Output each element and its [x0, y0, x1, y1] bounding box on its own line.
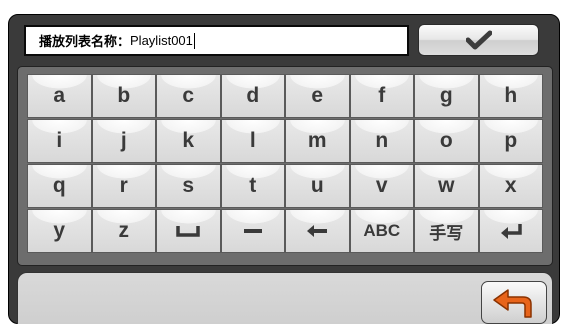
back-arrow-icon	[493, 288, 532, 318]
handwriting-key[interactable]: 手写	[414, 209, 479, 253]
on-screen-keyboard: a b c d e f g h i j k l m n o p q r s t …	[17, 66, 553, 266]
key-e[interactable]: e	[285, 74, 350, 118]
field-value: Playlist001	[130, 33, 193, 48]
keyboard-row-4: y z ABC 手写	[27, 209, 543, 253]
space-bar-icon	[176, 226, 200, 237]
checkmark-icon	[465, 30, 492, 50]
key-i[interactable]: i	[27, 119, 92, 163]
key-k[interactable]: k	[156, 119, 221, 163]
key-p[interactable]: p	[478, 119, 543, 163]
key-x[interactable]: x	[478, 164, 543, 208]
back-button[interactable]	[481, 281, 547, 324]
text-caret	[193, 32, 195, 49]
field-label: 播放列表名称：	[39, 35, 131, 50]
bottom-toolbar	[17, 272, 553, 324]
keyboard-row-1: a b c d e f g h	[27, 74, 543, 118]
confirm-button[interactable]	[418, 24, 539, 56]
space-key[interactable]	[156, 209, 221, 253]
key-u[interactable]: u	[285, 164, 350, 208]
enter-key[interactable]	[478, 209, 543, 253]
key-s[interactable]: s	[156, 164, 221, 208]
playlist-name-field[interactable]: 播放列表名称： Playlist001	[24, 25, 409, 56]
key-h[interactable]: h	[478, 74, 543, 118]
left-arrow-icon	[307, 225, 328, 237]
minus-icon	[243, 229, 262, 233]
key-o[interactable]: o	[414, 119, 479, 163]
key-q[interactable]: q	[27, 164, 92, 208]
enter-return-icon	[500, 224, 522, 239]
abc-case-key[interactable]: ABC	[349, 209, 414, 253]
minus-key[interactable]	[220, 209, 285, 253]
key-d[interactable]: d	[220, 74, 285, 118]
key-t[interactable]: t	[220, 164, 285, 208]
key-r[interactable]: r	[91, 164, 156, 208]
key-n[interactable]: n	[349, 119, 414, 163]
key-m[interactable]: m	[285, 119, 350, 163]
key-b[interactable]: b	[91, 74, 156, 118]
key-g[interactable]: g	[414, 74, 479, 118]
key-l[interactable]: l	[220, 119, 285, 163]
key-y[interactable]: y	[27, 209, 92, 253]
backspace-key[interactable]	[285, 209, 350, 253]
key-z[interactable]: z	[91, 209, 156, 253]
key-f[interactable]: f	[349, 74, 414, 118]
keyboard-row-3: q r s t u v w x	[27, 164, 543, 208]
key-w[interactable]: w	[414, 164, 479, 208]
key-a[interactable]: a	[27, 74, 92, 118]
key-c[interactable]: c	[156, 74, 221, 118]
keyboard-row-2: i j k l m n o p	[27, 119, 543, 163]
key-v[interactable]: v	[349, 164, 414, 208]
key-j[interactable]: j	[91, 119, 156, 163]
